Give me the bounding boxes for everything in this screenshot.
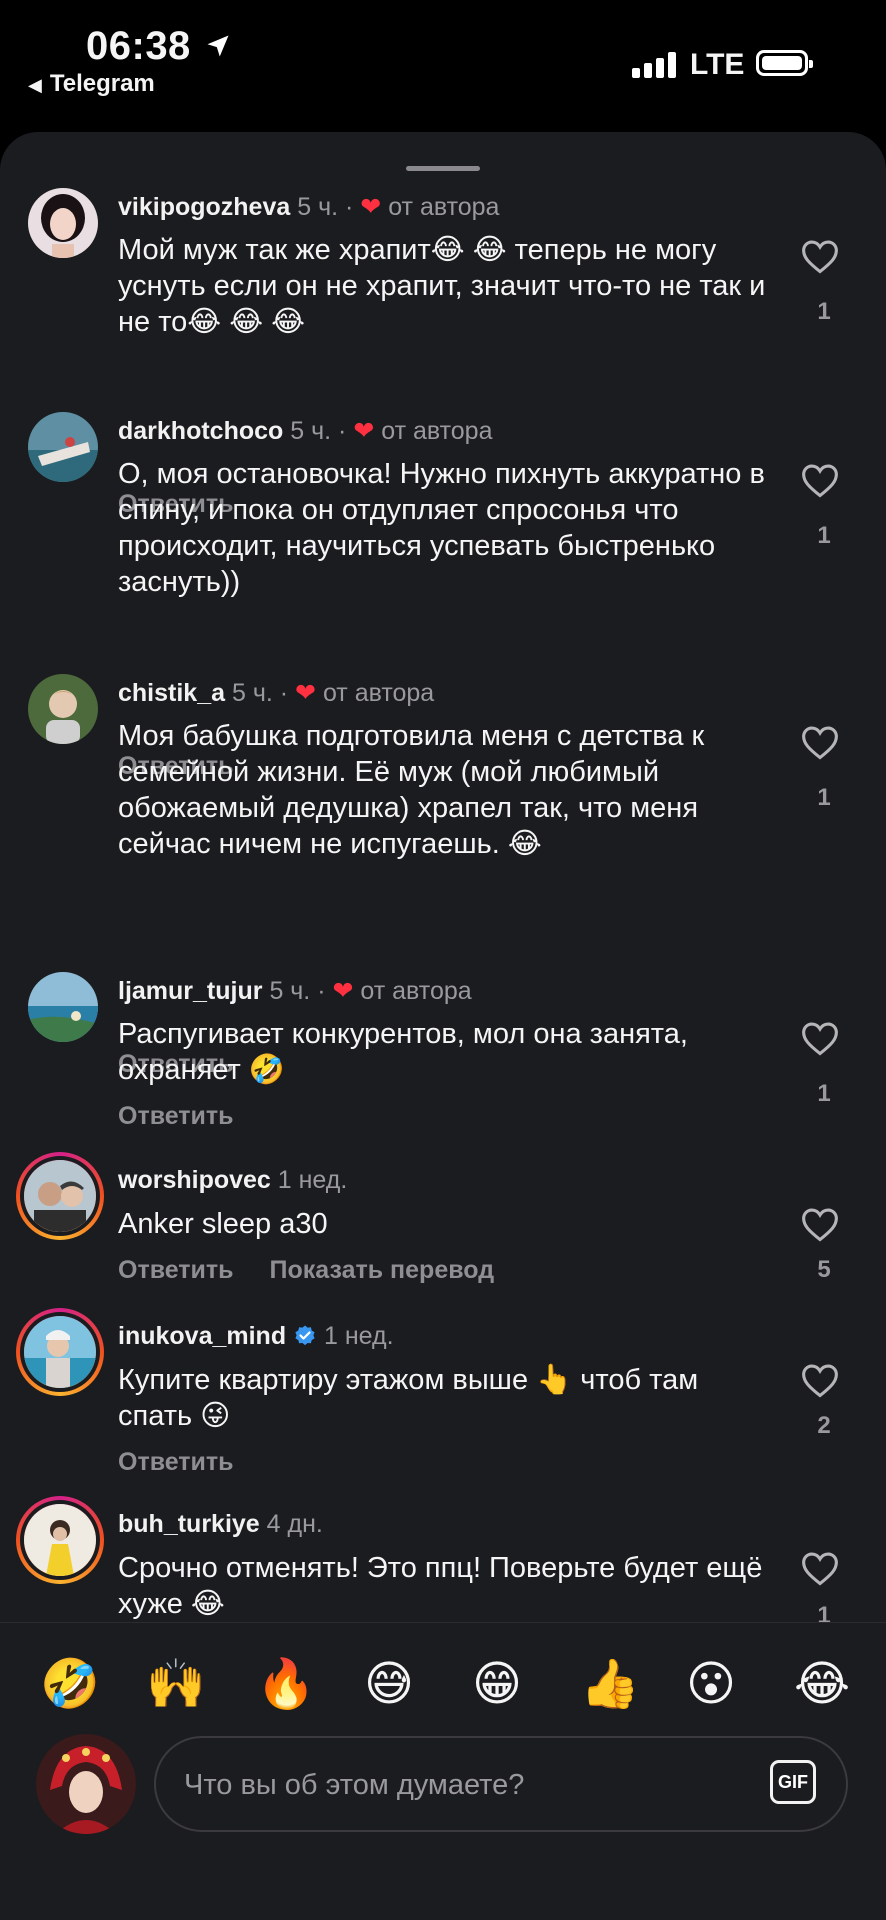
like-count: 2	[817, 1412, 831, 1439]
like-heart-icon[interactable]	[800, 1550, 844, 1586]
like-heart-icon[interactable]	[800, 724, 844, 760]
like-count: 1	[817, 1080, 831, 1107]
comment-meta: ljamur_tujur 5 ч. · ❤ от автора	[118, 976, 472, 1006]
separator: ·	[317, 977, 326, 1005]
gif-button[interactable]: GIF	[770, 1760, 816, 1804]
comment-time: 5 ч.	[297, 193, 339, 221]
comment-time: 1 нед.	[277, 1166, 348, 1194]
comment-text: Anker sleep a30	[118, 1208, 328, 1240]
emoji-fire-button[interactable]: 🔥	[256, 1661, 316, 1709]
separator: ·	[338, 417, 347, 445]
author-like-label: от автора	[381, 417, 493, 445]
comment-meta: inukova_mind 1 нед.	[118, 1322, 394, 1351]
comment-text: Срочно отменять! Это ппц! Поверьте будет…	[118, 1552, 763, 1620]
like-heart-icon[interactable]	[800, 238, 844, 274]
comments-sheet: vikipogozheva 5 ч. · ❤ от автора Мой муж…	[0, 132, 886, 1920]
comment-text: Распугивает конкурентов, мол она занята,…	[118, 1018, 688, 1086]
avatar-story-ring[interactable]	[16, 1152, 104, 1240]
author-heart-icon: ❤	[360, 193, 382, 221]
comment-meta: buh_turkiye 4 дн.	[118, 1510, 323, 1539]
avatar[interactable]	[28, 188, 98, 258]
avatar	[20, 1500, 100, 1580]
like-heart-icon[interactable]	[800, 462, 844, 498]
avatar	[20, 1312, 100, 1392]
comment-time: 5 ч.	[231, 679, 273, 707]
comment-text: Купите квартиру этажом выше 👆 чтоб там с…	[118, 1364, 699, 1432]
my-avatar[interactable]	[36, 1734, 136, 1834]
username[interactable]: buh_turkiye	[118, 1510, 260, 1538]
comment-time: 5 ч.	[290, 417, 332, 445]
comment-actions: Ответить	[118, 1448, 234, 1477]
comment-text: Мой муж так же храпит😂 😂 теперь не могу …	[118, 234, 766, 338]
show-translation-button[interactable]: Показать перевод	[270, 1256, 495, 1284]
separator: ·	[279, 679, 289, 707]
status-bar: 06:38 ◀ Telegram LTE	[0, 0, 886, 130]
like-count: 1	[817, 522, 831, 549]
emoji-rofl-button[interactable]: 🤣	[40, 1661, 100, 1709]
battery-icon	[756, 50, 813, 76]
author-heart-icon: ❤	[353, 417, 375, 445]
author-heart-icon: ❤	[332, 977, 354, 1005]
reply-button[interactable]: Ответить	[118, 1256, 234, 1284]
avatar[interactable]	[28, 674, 98, 744]
comment-text: О, моя остановочка! Нужно пихнуть аккура…	[118, 458, 765, 598]
avatar-story-ring[interactable]	[16, 1308, 104, 1396]
username[interactable]: inukova_mind	[118, 1322, 286, 1350]
back-app-label: Telegram	[49, 70, 155, 97]
username[interactable]: worshipovec	[118, 1166, 271, 1194]
username[interactable]: darkhotchoco	[118, 417, 283, 445]
emoji-sweat-smile-button[interactable]: 😅	[364, 1661, 414, 1709]
clock: 06:38	[86, 24, 191, 68]
reply-button[interactable]: Ответить	[118, 1102, 234, 1130]
username[interactable]: chistik_a	[118, 679, 225, 707]
comment-meta: chistik_a 5 ч. · ❤ от автора	[118, 678, 434, 708]
like-count: 1	[817, 298, 831, 325]
back-to-app-link[interactable]: ◀ Telegram	[28, 70, 155, 98]
like-heart-icon[interactable]	[800, 1206, 844, 1242]
like-count: 1	[817, 784, 831, 811]
reply-button[interactable]: Ответить	[118, 1448, 234, 1476]
network-type: LTE	[690, 48, 745, 81]
location-arrow-icon	[204, 32, 232, 65]
comment-time: 5 ч.	[269, 977, 311, 1005]
comment-meta: vikipogozheva 5 ч. · ❤ от автора	[118, 192, 499, 222]
comment-time: 4 дн.	[266, 1510, 323, 1538]
verified-badge-icon	[295, 1325, 315, 1346]
author-like-label: от автора	[360, 977, 472, 1005]
separator: ·	[345, 193, 354, 221]
comments-list[interactable]: vikipogozheva 5 ч. · ❤ от автора Мой муж…	[0, 132, 886, 1622]
emoji-surprised-button[interactable]: 😮	[686, 1661, 736, 1709]
emoji-raising-hands-button[interactable]: 🙌	[146, 1661, 206, 1709]
signal-bars-icon	[632, 52, 680, 78]
author-like-label: от автора	[322, 679, 435, 707]
comment-input[interactable]	[182, 1756, 706, 1814]
comment-meta: worshipovec 1 нед.	[118, 1166, 347, 1195]
author-heart-icon: ❤	[295, 679, 316, 707]
emoji-joy-button[interactable]: 😂	[794, 1661, 850, 1709]
comment-time: 1 нед.	[324, 1322, 394, 1350]
username[interactable]: ljamur_tujur	[118, 977, 262, 1005]
emoji-thumbs-up-button[interactable]: 👍	[580, 1661, 640, 1709]
emoji-quick-bar: 🤣 🙌 🔥 😅 😁 👍 😮 😂	[0, 1622, 886, 1733]
comment-text: Моя бабушка подготовила меня с детства к…	[118, 720, 705, 860]
author-like-label: от автора	[388, 193, 500, 221]
avatar	[20, 1156, 100, 1236]
comment-actions: Ответить Показать перевод	[118, 1256, 494, 1285]
avatar-story-ring[interactable]	[16, 1496, 104, 1584]
emoji-grin-button[interactable]: 😁	[472, 1661, 522, 1709]
comment-input-box: GIF	[154, 1736, 848, 1832]
like-count: 5	[817, 1256, 831, 1283]
like-heart-icon[interactable]	[800, 1020, 844, 1056]
like-heart-icon[interactable]	[800, 1362, 844, 1398]
username[interactable]: vikipogozheva	[118, 193, 290, 221]
comment-meta: darkhotchoco 5 ч. · ❤ от автора	[118, 416, 493, 446]
like-count: 1	[817, 1602, 831, 1622]
avatar[interactable]	[28, 972, 98, 1042]
comment-actions: Ответить	[118, 1102, 234, 1131]
avatar[interactable]	[28, 412, 98, 482]
